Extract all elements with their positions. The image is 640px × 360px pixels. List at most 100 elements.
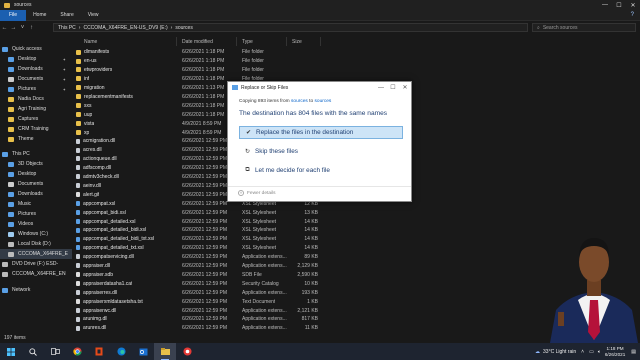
tab-share[interactable]: Share <box>53 10 80 21</box>
weather-text[interactable]: 33°C Light rain <box>543 349 576 355</box>
tab-file[interactable]: File <box>0 9 27 21</box>
sidebar-item[interactable]: Nadia Docs <box>0 94 72 104</box>
start-button[interactable] <box>0 343 22 360</box>
column-separator[interactable] <box>176 37 177 46</box>
skip-files-option[interactable]: ↻ Skip these files <box>239 145 403 158</box>
file-name-cell: replacementmanifests <box>76 94 133 100</box>
dialog-maximize-button[interactable]: ☐ <box>387 82 399 93</box>
sidebar-item[interactable]: Documents <box>0 179 72 189</box>
file-name-cell: admtv3check.dll <box>76 174 119 180</box>
file-explorer-taskbar-button[interactable] <box>154 343 176 360</box>
column-separator[interactable] <box>286 37 287 46</box>
address-segment-drive[interactable]: CCCOMA_X64FRE_EN-US_DV9 (E:) <box>83 25 167 31</box>
sidebar-item[interactable]: Documents ✦ <box>0 74 72 84</box>
clock[interactable]: 1:18 PM 6/26/2021 <box>605 346 625 358</box>
sidebar-item-icon <box>2 271 8 277</box>
file-size: 2,590 KB <box>297 271 318 278</box>
decide-each-file-option[interactable]: ⧉ Let me decide for each file <box>239 164 403 177</box>
sidebar-item[interactable]: CCCOMA_X64FRE_EN <box>0 269 72 279</box>
sidebar-item-label: Downloads <box>18 191 43 197</box>
file-date: 6/26/2021 1:18 PM <box>182 102 225 109</box>
recorder-icon[interactable] <box>176 343 198 360</box>
sidebar-item[interactable]: 3D Objects <box>0 159 72 169</box>
sidebar-item[interactable]: Captures <box>0 114 72 124</box>
replace-files-option[interactable]: ✔ Replace the files in the destination <box>239 126 403 139</box>
address-segment-this-pc[interactable]: This PC <box>58 25 76 31</box>
file-row[interactable]: appcompat_detailed.xsl 6/26/2021 12:59 PM… <box>76 217 636 226</box>
address-segment-sources[interactable]: sources <box>175 25 193 31</box>
file-date: 6/26/2021 1:18 PM <box>182 111 225 118</box>
weather-icon[interactable]: ☁ <box>535 349 540 355</box>
file-type: XSL Stylesheet <box>242 218 277 225</box>
tab-view[interactable]: View <box>81 10 106 21</box>
file-row[interactable]: etwproviders 6/26/2021 1:18 PM File folder <box>76 66 636 75</box>
sidebar-item[interactable]: Videos <box>0 219 72 229</box>
recent-chevron-icon[interactable]: ˅ <box>18 25 27 31</box>
sidebar-item[interactable]: Desktop <box>0 169 72 179</box>
file-size: 10 KB <box>304 280 318 287</box>
close-button[interactable]: ✕ <box>626 0 640 10</box>
column-header-size[interactable]: Size <box>292 36 302 47</box>
sidebar-item[interactable]: Pictures <box>0 209 72 219</box>
column-header-name[interactable]: Name <box>84 36 97 47</box>
search-icon[interactable] <box>22 343 44 360</box>
address-bar[interactable]: This PC › CCCOMA_X64FRE_EN-US_DV9 (E:) ›… <box>53 23 528 32</box>
column-separator[interactable] <box>320 37 321 46</box>
column-header-type[interactable]: Type <box>242 36 253 47</box>
tab-home[interactable]: Home <box>26 10 53 21</box>
back-arrow-icon[interactable]: ← <box>0 25 9 31</box>
sidebar-item[interactable]: Local Disk (D:) <box>0 239 72 249</box>
fewer-details-toggle[interactable]: ˄ Fewer details <box>238 190 276 196</box>
sidebar-item[interactable]: Downloads <box>0 189 72 199</box>
sidebar-item[interactable]: CRM Training <box>0 124 72 134</box>
file-row[interactable]: en-us 6/26/2021 1:18 PM File folder <box>76 57 636 66</box>
sidebar-item[interactable]: Desktop ✦ <box>0 54 72 64</box>
sidebar-item[interactable]: Agri Training <box>0 104 72 114</box>
search-box[interactable]: ⌕ Search sources <box>532 23 636 32</box>
file-row[interactable]: dlmanifests 6/26/2021 1:18 PM File folder <box>76 48 636 57</box>
task-view-icon[interactable] <box>44 343 66 360</box>
search-placeholder: Search sources <box>542 24 578 31</box>
file-type: File folder <box>242 58 264 65</box>
help-icon[interactable]: ? <box>631 12 634 18</box>
forward-arrow-icon[interactable]: → <box>9 25 18 31</box>
destination-folder-link[interactable]: sources <box>315 99 332 104</box>
file-row[interactable]: appcompat_bidi.xsl 6/26/2021 12:59 PM XSL … <box>76 208 636 217</box>
sidebar-item-icon <box>8 56 14 62</box>
column-header-date[interactable]: Date modified <box>182 36 213 47</box>
maximize-button[interactable]: ☐ <box>612 0 626 10</box>
sidebar-item[interactable]: This PC <box>0 149 72 159</box>
file-size: 13 KB <box>304 209 318 216</box>
edge-icon[interactable] <box>110 343 132 360</box>
file-size: 14 KB <box>304 218 318 225</box>
sidebar-item[interactable]: Pictures ✦ <box>0 84 72 94</box>
up-arrow-icon[interactable]: ↑ <box>27 25 36 31</box>
tray-chevron-icon[interactable]: ˄ <box>581 349 584 355</box>
copying-to-word: to <box>309 99 314 104</box>
file-name: appraiserxmldatasetsha.txt <box>83 298 143 305</box>
chrome-icon[interactable] <box>66 343 88 360</box>
source-folder-link[interactable]: sources <box>291 99 308 104</box>
notification-icon[interactable]: ▤ <box>631 349 636 355</box>
column-separator[interactable] <box>236 37 237 46</box>
sidebar-item-icon <box>2 287 8 293</box>
outlook-icon[interactable] <box>132 343 154 360</box>
sidebar-item[interactable]: DVD Drive (F:) ESD- <box>0 259 72 269</box>
sidebar-item[interactable]: Quick access <box>0 44 72 54</box>
dialog-minimize-button[interactable]: — <box>375 82 387 93</box>
sidebar-item-icon <box>8 161 14 167</box>
magnifier-icon <box>29 347 37 356</box>
sidebar-item[interactable]: CCCOMA_X64FRE_E <box>0 249 72 259</box>
file-name-cell: xp <box>76 130 89 136</box>
volume-icon[interactable]: 🔈︎ <box>598 349 601 355</box>
office-icon[interactable] <box>88 343 110 360</box>
sidebar-item[interactable]: Downloads ✦ <box>0 64 72 74</box>
sidebar-item[interactable]: Music <box>0 199 72 209</box>
file-date: 6/26/2021 12:59 PM <box>182 156 228 163</box>
dialog-close-button[interactable]: ✕ <box>399 82 411 93</box>
sidebar-item[interactable]: Network <box>0 285 72 295</box>
sidebar-item[interactable]: Theme <box>0 134 72 144</box>
network-icon[interactable]: ▭ <box>589 349 594 355</box>
sidebar-item[interactable]: Windows (C:) <box>0 229 72 239</box>
minimize-button[interactable]: — <box>598 0 612 10</box>
